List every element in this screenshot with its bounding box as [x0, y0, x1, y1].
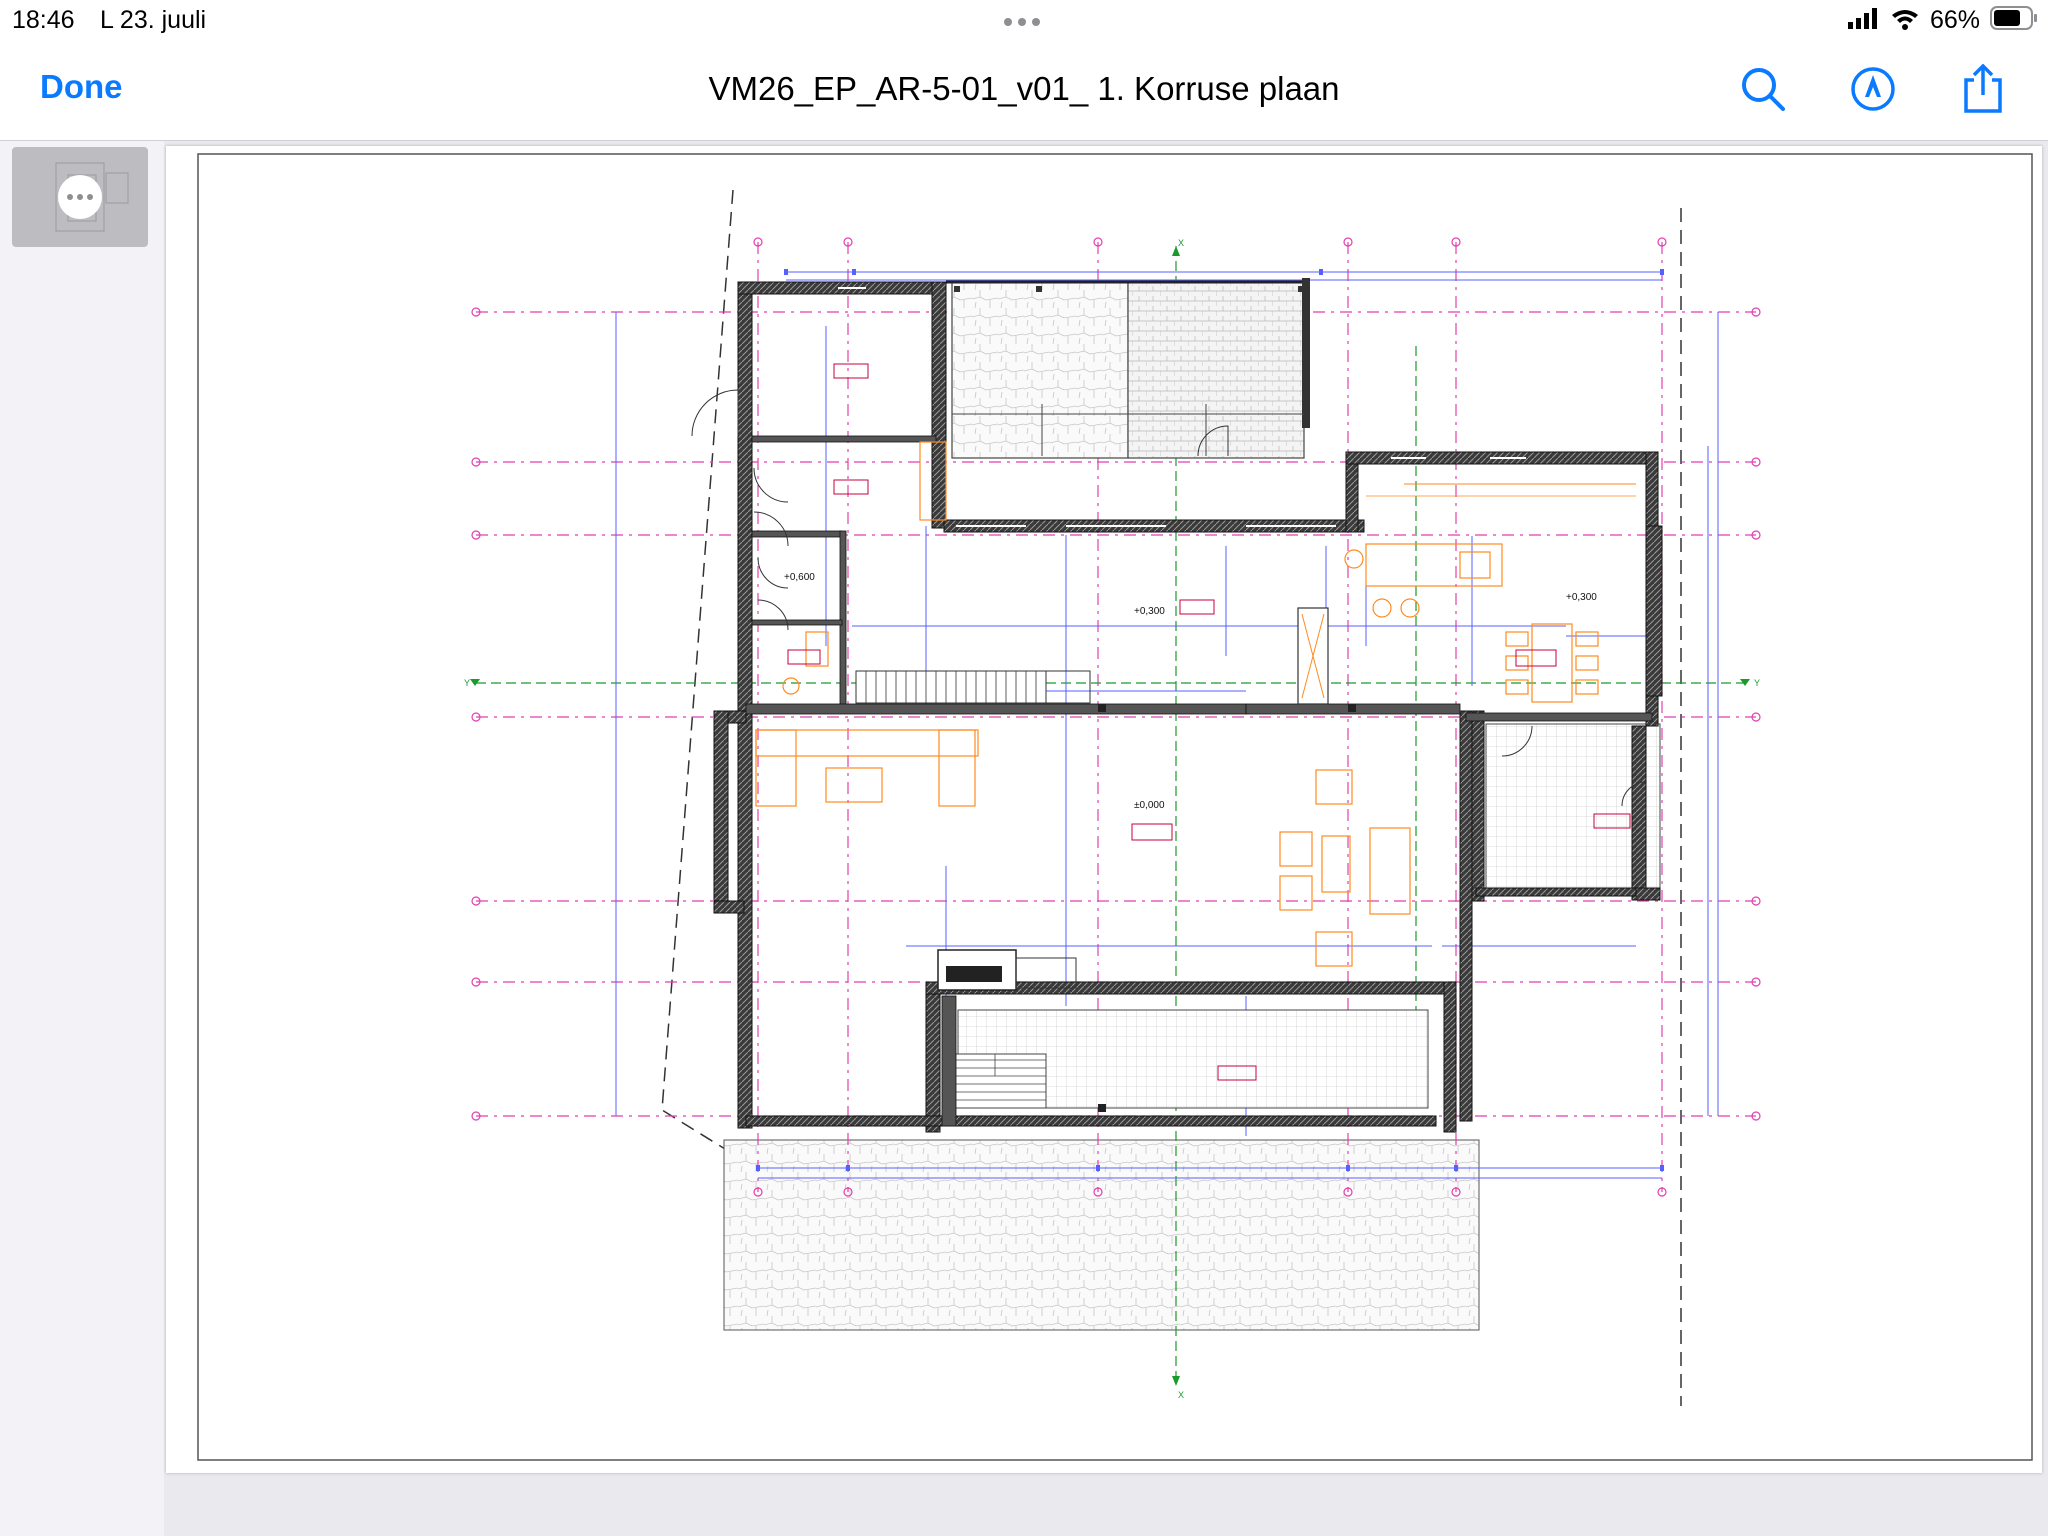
more-icon[interactable] [58, 175, 102, 219]
axis-label-x-south: X [1178, 1390, 1184, 1400]
page-thumbnail[interactable] [12, 147, 148, 247]
main-stairs [855, 670, 1047, 704]
room-tags [787, 363, 1631, 1081]
markup-icon[interactable] [1846, 62, 1900, 116]
battery-icon [1990, 5, 2038, 36]
thumbnail-sidebar [0, 141, 162, 1536]
status-bar: 18:46 L 23. juuli 66% [0, 0, 2048, 40]
wifi-icon [1890, 6, 1920, 35]
status-indicators: 66% [1846, 4, 2038, 36]
battery-percent: 66% [1929, 5, 1980, 34]
cellular-signal-icon [1846, 6, 1880, 35]
document-view[interactable]: Y Y X X +0,600 +0,300 +0,300 ±0,000 [164, 141, 2048, 1536]
level-label-hall: +0,300 [1134, 606, 1165, 617]
share-icon[interactable] [1956, 62, 2010, 116]
floor-plan-drawing: Y Y X X +0,600 +0,300 +0,300 ±0,000 [197, 153, 2033, 1461]
pdf-page[interactable]: Y Y X X +0,600 +0,300 +0,300 ±0,000 [166, 146, 2042, 1473]
level-label-living: ±0,000 [1134, 800, 1165, 811]
axis-label-y-west: Y [464, 678, 470, 688]
axis-label-y-east: Y [1754, 678, 1760, 688]
status-date: L 23. juuli [100, 6, 207, 34]
navigation-bar: Done VM26_EP_AR-5-01_v01_ 1. Korruse pla… [0, 40, 2048, 141]
level-label-entrance: +0,600 [784, 572, 815, 583]
terrace-paving [951, 281, 1129, 459]
status-time: 18:46 [12, 6, 75, 34]
axis-label-x-north: X [1178, 238, 1184, 248]
level-label-kitchen: +0,300 [1566, 592, 1597, 603]
multitasking-grabber-icon[interactable] [996, 12, 1056, 32]
terrace-brick [1127, 281, 1305, 459]
search-icon[interactable] [1736, 62, 1790, 116]
